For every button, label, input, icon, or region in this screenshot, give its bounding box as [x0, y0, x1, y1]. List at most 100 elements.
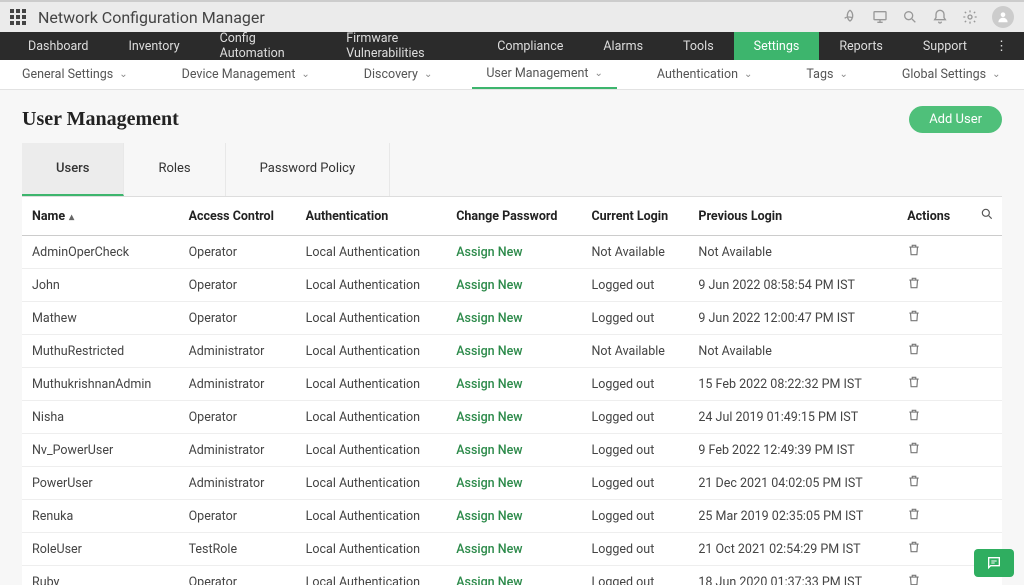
cell-current-login: Logged out	[584, 368, 691, 401]
assign-new-link[interactable]: Assign New	[448, 566, 583, 585]
nav-item-reports[interactable]: Reports	[819, 32, 903, 60]
tab-users[interactable]: Users	[22, 143, 124, 196]
cell-actions	[899, 236, 967, 269]
nav-item-alarms[interactable]: Alarms	[583, 32, 663, 60]
delete-icon[interactable]	[907, 411, 921, 426]
cell-auth: Local Authentication	[298, 368, 449, 401]
subnav-item-authentication[interactable]: Authentication⌄	[643, 60, 767, 89]
nav-item-support[interactable]: Support	[903, 32, 987, 60]
assign-new-link[interactable]: Assign New	[448, 335, 583, 368]
col-name[interactable]: Name▴	[22, 197, 181, 236]
delete-icon[interactable]	[907, 510, 921, 525]
col-actions: Actions	[899, 197, 967, 236]
tabs: UsersRolesPassword Policy	[22, 143, 1002, 197]
subnav-item-global-settings[interactable]: Global Settings⌄	[888, 60, 1015, 89]
delete-icon[interactable]	[907, 576, 921, 585]
assign-new-link[interactable]: Assign New	[448, 302, 583, 335]
assign-new-link[interactable]: Assign New	[448, 269, 583, 302]
cell-auth: Local Authentication	[298, 236, 449, 269]
assign-new-link[interactable]: Assign New	[448, 500, 583, 533]
gear-icon[interactable]	[962, 9, 978, 25]
assign-new-link[interactable]: Assign New	[448, 434, 583, 467]
col-previous-login[interactable]: Previous Login	[690, 197, 899, 236]
cell-actions	[899, 368, 967, 401]
cell-actions	[899, 335, 967, 368]
cell-name: Nv_PowerUser	[22, 434, 181, 467]
delete-icon[interactable]	[907, 246, 921, 261]
cell-current-login: Logged out	[584, 269, 691, 302]
nav-item-compliance[interactable]: Compliance	[477, 32, 583, 60]
main-nav: DashboardInventoryConfig AutomationFirmw…	[0, 32, 1024, 60]
assign-new-link[interactable]: Assign New	[448, 401, 583, 434]
subnav-item-tags[interactable]: Tags⌄	[792, 60, 861, 89]
cell-name: Renuka	[22, 500, 181, 533]
table-row: Nv_PowerUserAdministratorLocal Authentic…	[22, 434, 1002, 467]
delete-icon[interactable]	[907, 312, 921, 327]
nav-item-dashboard[interactable]: Dashboard	[8, 32, 108, 60]
cell-access: Administrator	[181, 368, 298, 401]
assign-new-link[interactable]: Assign New	[448, 368, 583, 401]
delete-icon[interactable]	[907, 477, 921, 492]
nav-item-inventory[interactable]: Inventory	[108, 32, 199, 60]
apps-grid-icon[interactable]	[10, 9, 26, 25]
nav-item-firmware-vulnerabilities[interactable]: Firmware Vulnerabilities	[326, 32, 477, 60]
subnav-label: Device Management	[182, 67, 296, 82]
cell-access: Operator	[181, 236, 298, 269]
cell-current-login: Not Available	[584, 335, 691, 368]
table-row: NishaOperatorLocal AuthenticationAssign …	[22, 401, 1002, 434]
subnav-item-device-management[interactable]: Device Management⌄	[168, 60, 324, 89]
table-row: RoleUserTestRoleLocal AuthenticationAssi…	[22, 533, 1002, 566]
col-authentication[interactable]: Authentication	[298, 197, 449, 236]
nav-item-tools[interactable]: Tools	[663, 32, 734, 60]
cell-name: John	[22, 269, 181, 302]
cell-actions	[899, 467, 967, 500]
col-current-login[interactable]: Current Login	[584, 197, 691, 236]
feedback-button[interactable]	[974, 549, 1014, 577]
toolbar-icons	[842, 6, 1014, 28]
nav-item-settings[interactable]: Settings	[734, 32, 820, 60]
cell-previous-login: 24 Jul 2019 01:49:15 PM IST	[690, 401, 899, 434]
cell-actions	[899, 500, 967, 533]
delete-icon[interactable]	[907, 444, 921, 459]
col-access-control[interactable]: Access Control	[181, 197, 298, 236]
add-user-button[interactable]: Add User	[909, 106, 1002, 133]
tab-roles[interactable]: Roles	[124, 143, 225, 196]
subnav-item-user-management[interactable]: User Management⌄	[472, 60, 617, 89]
cell-name: PowerUser	[22, 467, 181, 500]
table-row: MathewOperatorLocal AuthenticationAssign…	[22, 302, 1002, 335]
table-row: MuthukrishnanAdminAdministratorLocal Aut…	[22, 368, 1002, 401]
user-avatar[interactable]	[992, 6, 1014, 28]
subnav-item-general-settings[interactable]: General Settings⌄	[8, 60, 142, 89]
screen-icon[interactable]	[872, 9, 888, 25]
main-nav-more-icon[interactable]: ⋮	[987, 39, 1016, 54]
bell-icon[interactable]	[932, 9, 948, 25]
table-search-icon[interactable]	[967, 197, 1002, 236]
subnav-label: Discovery	[364, 67, 418, 82]
rocket-icon[interactable]	[842, 9, 858, 25]
assign-new-link[interactable]: Assign New	[448, 236, 583, 269]
table-row: JohnOperatorLocal AuthenticationAssign N…	[22, 269, 1002, 302]
delete-icon[interactable]	[907, 543, 921, 558]
search-icon[interactable]	[902, 9, 918, 25]
subnav-item-discovery[interactable]: Discovery⌄	[350, 60, 447, 89]
cell-actions	[899, 302, 967, 335]
cell-auth: Local Authentication	[298, 269, 449, 302]
cell-current-login: Logged out	[584, 434, 691, 467]
table-row: PowerUserAdministratorLocal Authenticati…	[22, 467, 1002, 500]
col-change-password[interactable]: Change Password	[448, 197, 583, 236]
delete-icon[interactable]	[907, 345, 921, 360]
cell-access: Operator	[181, 269, 298, 302]
cell-access: Administrator	[181, 467, 298, 500]
assign-new-link[interactable]: Assign New	[448, 533, 583, 566]
cell-current-login: Logged out	[584, 302, 691, 335]
subnav-label: General Settings	[22, 67, 113, 82]
delete-icon[interactable]	[907, 279, 921, 294]
subnav-label: Global Settings	[902, 67, 986, 82]
nav-item-config-automation[interactable]: Config Automation	[200, 32, 327, 60]
tab-password-policy[interactable]: Password Policy	[226, 143, 390, 196]
cell-auth: Local Authentication	[298, 566, 449, 585]
cell-current-login: Logged out	[584, 401, 691, 434]
delete-icon[interactable]	[907, 378, 921, 393]
page-title: User Management	[22, 108, 179, 131]
assign-new-link[interactable]: Assign New	[448, 467, 583, 500]
